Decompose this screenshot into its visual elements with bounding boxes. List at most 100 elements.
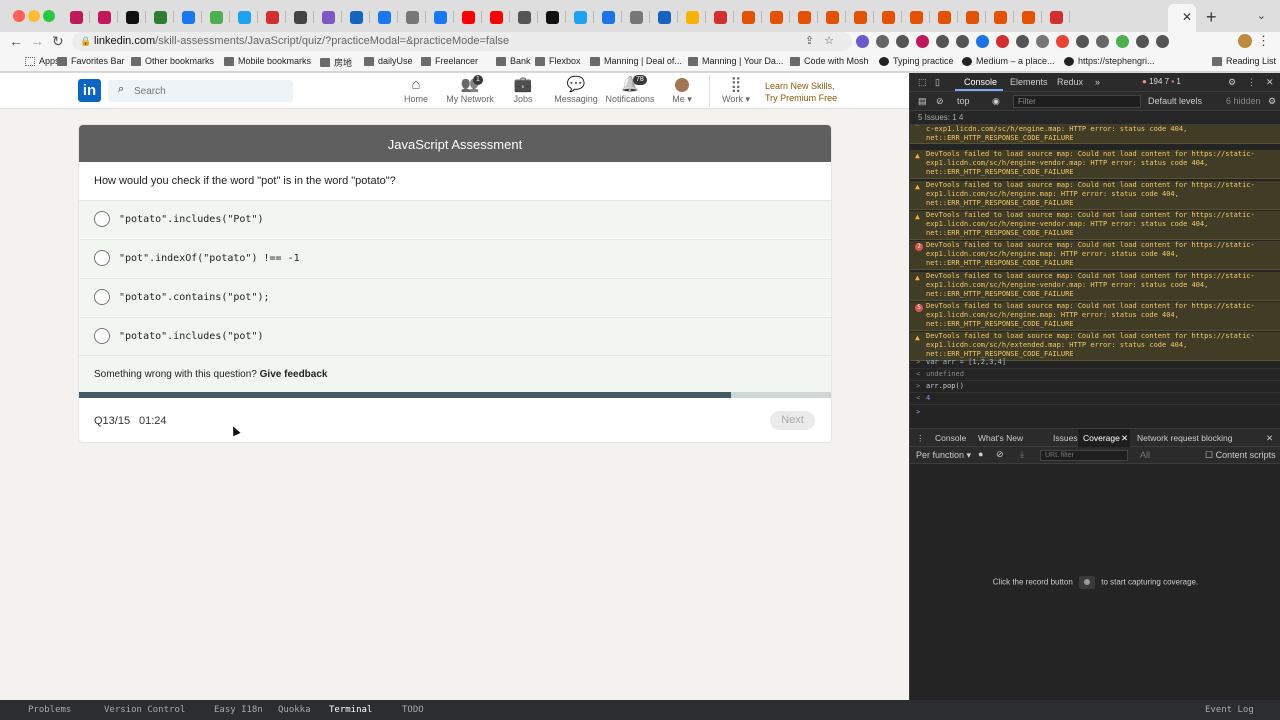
radio-button[interactable] <box>94 250 110 266</box>
extension-icon[interactable] <box>916 35 929 48</box>
close-coverage-tab-icon[interactable]: ✕ <box>1121 433 1128 444</box>
answer-option[interactable]: "potato".contains("pot"); <box>79 278 831 316</box>
browser-tab[interactable] <box>1042 8 1070 26</box>
browser-tab[interactable] <box>650 8 678 26</box>
ide-tool-quokka[interactable]: Quokka <box>278 705 311 715</box>
browser-tab[interactable] <box>174 8 202 26</box>
record-button[interactable] <box>1079 576 1096 589</box>
extension-icon[interactable] <box>896 35 909 48</box>
bookmark-item[interactable]: Freelancer <box>421 56 478 66</box>
bookmark-item[interactable]: Medium – a place... <box>962 56 1055 66</box>
search-box[interactable]: ⌕ <box>108 80 293 102</box>
browser-tab[interactable] <box>706 8 734 26</box>
coverage-type-dropdown[interactable]: All <box>1140 450 1150 460</box>
browser-tab[interactable] <box>678 8 706 26</box>
clear-console-icon[interactable]: ⊘ <box>936 96 944 107</box>
bookmark-item[interactable]: dailyUse <box>364 56 413 66</box>
extension-icon[interactable] <box>856 35 869 48</box>
browser-tab[interactable] <box>790 8 818 26</box>
tab-redux[interactable]: Redux <box>1057 77 1083 87</box>
ide-tool-easy-i18n[interactable]: Easy I18n <box>214 705 263 715</box>
export-icon[interactable]: ⤓ <box>1020 449 1024 460</box>
close-drawer-icon[interactable]: ✕ <box>1266 433 1273 444</box>
zoom-window-button[interactable] <box>43 10 55 22</box>
extension-icons[interactable] <box>856 35 1169 49</box>
answer-option[interactable]: "pot".indexOf("potato") !== -1 <box>79 239 831 277</box>
browser-tab[interactable] <box>314 8 342 26</box>
bookmark-item[interactable]: Apps <box>25 56 60 66</box>
nav-item-jobs[interactable]: 💼 Jobs <box>493 76 553 104</box>
next-button[interactable]: Next <box>770 411 815 430</box>
extension-icon[interactable] <box>936 35 949 48</box>
drawer-tab-network-blocking[interactable]: Network request blocking <box>1137 433 1232 443</box>
ide-tool-problems[interactable]: Problems <box>28 705 71 715</box>
browser-tab[interactable] <box>538 8 566 26</box>
browser-tab[interactable] <box>342 8 370 26</box>
answer-option[interactable]: "potato".includes("pot") <box>79 317 831 355</box>
browser-tab[interactable] <box>818 8 846 26</box>
extension-icon[interactable] <box>1056 35 1069 48</box>
bookmark-item[interactable]: Typing practice <box>879 56 954 66</box>
give-feedback-link[interactable]: Give feedback <box>260 369 328 380</box>
radio-button[interactable] <box>94 328 110 344</box>
browser-tab[interactable] <box>202 8 230 26</box>
browser-tab[interactable] <box>454 8 482 26</box>
extension-icon[interactable] <box>956 35 969 48</box>
browser-tab[interactable] <box>286 8 314 26</box>
eye-icon[interactable]: ◉ <box>992 96 1000 107</box>
extension-icon[interactable] <box>1076 35 1089 48</box>
tab-search-icon[interactable]: ⌄ <box>1257 9 1266 22</box>
nav-item-my-network[interactable]: 👥 1 My Network <box>440 75 500 104</box>
ide-tool-version-control[interactable]: Version Control <box>104 705 185 715</box>
console-filter-input[interactable]: Filter <box>1013 95 1141 108</box>
extension-icon[interactable] <box>1016 35 1029 48</box>
browser-tab[interactable] <box>566 8 594 26</box>
bookmark-item[interactable]: Code with Mosh <box>790 56 869 66</box>
reading-list[interactable]: Reading List <box>1212 56 1276 66</box>
close-window-button[interactable] <box>13 10 25 22</box>
profile-avatar[interactable] <box>1238 34 1252 48</box>
close-tab-icon[interactable]: ✕ <box>1182 10 1192 24</box>
reload-button[interactable]: ↻ <box>52 33 64 50</box>
settings-gear-icon[interactable]: ⚙ <box>1228 77 1236 88</box>
premium-promo-link[interactable]: Learn New Skills, Try Premium Free <box>765 80 837 104</box>
content-scripts-checkbox[interactable]: ☐ Content scripts <box>1205 450 1276 461</box>
radio-button[interactable] <box>94 211 110 227</box>
tab-console[interactable]: Console <box>964 77 997 87</box>
ide-tool-terminal[interactable]: Terminal <box>329 705 372 715</box>
clear-coverage-icon[interactable]: ⊘ <box>996 449 1004 460</box>
search-input[interactable] <box>134 83 284 99</box>
browser-tab[interactable] <box>258 8 286 26</box>
issues-bar[interactable]: 5 Issues: 1 4 <box>910 111 1280 125</box>
browser-tab[interactable] <box>594 8 622 26</box>
browser-tab[interactable] <box>482 8 510 26</box>
url-field[interactable]: 🔒 linkedin.com/skill-assessments/JavaScr… <box>72 32 852 51</box>
extension-icon[interactable] <box>1116 35 1129 48</box>
nav-item-me[interactable]: Me ▾ <box>652 76 712 105</box>
bookmark-item[interactable]: 房地 <box>320 56 352 69</box>
bookmark-item[interactable]: Manning | Your Da... <box>688 56 783 66</box>
close-devtools-icon[interactable]: ✕ <box>1266 77 1274 88</box>
browser-tab[interactable] <box>1014 8 1042 26</box>
bookmark-item[interactable]: Bank <box>496 56 531 66</box>
context-selector[interactable]: top <box>957 96 970 106</box>
browser-tab[interactable] <box>370 8 398 26</box>
browser-tab[interactable] <box>734 8 762 26</box>
bookmark-item[interactable]: Other bookmarks <box>131 56 214 66</box>
ide-tool-todo[interactable]: TODO <box>402 705 424 715</box>
warning-count[interactable]: ● 194 7 ▪ 1 <box>1142 77 1181 86</box>
new-tab-button[interactable]: + <box>1206 7 1217 28</box>
browser-tab[interactable] <box>230 8 258 26</box>
event-log-button[interactable]: Event Log <box>1205 705 1254 715</box>
browser-tab[interactable] <box>986 8 1014 26</box>
bookmark-item[interactable]: Flexbox <box>535 56 581 66</box>
console-settings-icon[interactable]: ⚙ <box>1268 96 1276 107</box>
extension-icon[interactable] <box>876 35 889 48</box>
browser-tab[interactable] <box>62 8 90 26</box>
extension-icon[interactable] <box>1096 35 1109 48</box>
minimize-window-button[interactable] <box>28 10 40 22</box>
bookmark-item[interactable]: Mobile bookmarks <box>224 56 311 66</box>
browser-menu-icon[interactable]: ⋮ <box>1257 33 1270 49</box>
drawer-tab-issues[interactable]: Issues <box>1053 433 1078 443</box>
bookmark-item[interactable]: Manning | Deal of... <box>590 56 682 66</box>
